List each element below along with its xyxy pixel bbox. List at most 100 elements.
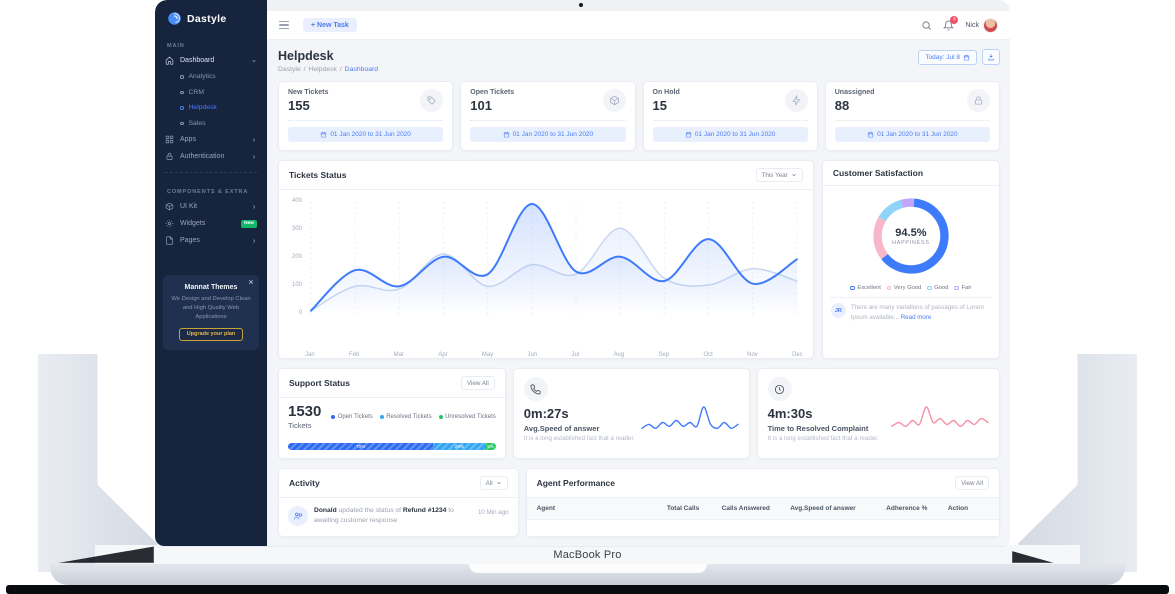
- happiness-value: 94.5%: [895, 226, 927, 239]
- promo-card: Mannat Themes We Design and Develop Clea…: [163, 275, 259, 350]
- download-button[interactable]: [982, 49, 1000, 65]
- user-menu[interactable]: Nick: [965, 17, 998, 33]
- chevron-down-icon: [792, 174, 796, 177]
- date-filter-button[interactable]: Today: Jul 8: [918, 49, 977, 65]
- agent-performance-card: Agent Performance View All Agent Total C…: [525, 468, 1000, 537]
- sidebar-item-label: Sales: [188, 119, 206, 127]
- stat-card-unassigned: Unassigned 88 01 Jan 2020 to 31 Jun 2020: [824, 81, 1000, 151]
- sidebar-item-sales[interactable]: Sales: [155, 116, 267, 132]
- breadcrumb-root[interactable]: Dastyle: [278, 66, 301, 73]
- sidebar-item-label: Pages: [180, 237, 200, 244]
- date-range-label: 01 Jan 2020 to 31 Jun 2020: [877, 131, 958, 138]
- x-tick-label: Dec: [792, 352, 803, 358]
- legend-label: Excellent: [857, 285, 881, 291]
- legend-dot-very-good: [886, 285, 892, 291]
- close-icon[interactable]: [248, 279, 254, 285]
- tickets-total-label: Tickets: [288, 421, 312, 430]
- notifications-button[interactable]: 3: [943, 15, 959, 31]
- sidebar-item-crm[interactable]: CRM: [155, 85, 267, 101]
- resolve-time-card: 4m:30s Time to Resolved Complaint It is …: [756, 368, 1000, 459]
- bullet-icon: [180, 121, 184, 125]
- legend-label: Very Good: [893, 285, 922, 291]
- activity-text: Donald updated the status of Refund #123…: [314, 506, 464, 527]
- stat-date-range[interactable]: 01 Jan 2020 to 31 Jun 2020: [470, 127, 626, 142]
- breadcrumb-section[interactable]: Helpdesk: [309, 66, 337, 73]
- sidebar-item-helpdesk[interactable]: Helpdesk: [155, 100, 267, 116]
- notification-count-badge: 3: [950, 15, 959, 24]
- stat-date-range[interactable]: 01 Jan 2020 to 31 Jun 2020: [834, 127, 990, 142]
- satisfaction-donut-chart: 94.5% HAPPINESS: [867, 192, 955, 280]
- lock-icon: [166, 153, 173, 160]
- metrics-row: Support Status View All 1530 Tickets Ope: [278, 368, 1000, 459]
- sidebar-item-label: UI Kit: [180, 203, 198, 210]
- sidebar-item-widgets[interactable]: Widgets New: [155, 215, 267, 232]
- year-filter-label: This Year: [761, 171, 788, 179]
- activity-filter-dropdown[interactable]: All: [479, 476, 508, 490]
- sidebar-item-uikit[interactable]: UI Kit: [155, 198, 267, 215]
- stat-card-open-tickets: Open Tickets 101 01 Jan 2020 to 31 Jun 2…: [460, 81, 636, 151]
- legend-label: Unresolved Tickets: [445, 414, 496, 420]
- search-icon[interactable]: [921, 20, 932, 31]
- stat-value: 15: [652, 98, 667, 113]
- line-chart: [305, 198, 803, 350]
- charts-row: Tickets Status This Year 400 300 200 100 0: [278, 160, 1000, 359]
- avg-speed-sparkline: [640, 403, 740, 439]
- x-tick-label: Oct: [703, 352, 713, 358]
- tickets-status-card: Tickets Status This Year 400 300 200 100 0: [278, 160, 814, 359]
- stat-date-range[interactable]: 01 Jan 2020 to 31 Jun 2020: [652, 127, 808, 142]
- brand[interactable]: Dastyle: [155, 0, 267, 34]
- y-tick-label: 400: [291, 198, 302, 204]
- avatar: [983, 17, 998, 33]
- page-content: Helpdesk Dastyle / Helpdesk / Dashboard …: [267, 40, 1010, 546]
- stat-cards-row: New Tickets 155 01 Jan 2020 to 31 Jun 20…: [278, 81, 1000, 151]
- promo-title: Mannat Themes: [184, 284, 238, 291]
- x-tick-label: Sep: [658, 352, 670, 358]
- laptop-floor-shadow: [6, 585, 1169, 594]
- view-all-button[interactable]: View All: [460, 376, 495, 390]
- stat-label: On Hold: [652, 89, 680, 96]
- stat-value: 101: [470, 98, 492, 113]
- sidebar-item-apps[interactable]: Apps: [155, 131, 267, 148]
- phone-icon: [523, 377, 548, 401]
- table-row: [526, 520, 999, 536]
- breadcrumb-separator: /: [339, 66, 342, 73]
- new-badge: New: [241, 219, 257, 228]
- cube-icon: [165, 202, 174, 211]
- sidebar-item-analytics[interactable]: Analytics: [155, 69, 267, 85]
- x-tick-label: May: [481, 352, 494, 358]
- support-status-card: Support Status View All 1530 Tickets Ope: [278, 368, 506, 459]
- divider: [830, 297, 991, 298]
- legend-dot-fair: [954, 285, 959, 291]
- x-tick-label: Jan: [305, 352, 315, 358]
- legend-dot-unresolved: [438, 415, 443, 419]
- activity-actor: Donald: [314, 507, 337, 514]
- bullet-icon: [180, 90, 184, 94]
- divider: [834, 120, 990, 121]
- main-area: + New Task 3 Nick Helpdesk Dastyle / Hel…: [267, 0, 1010, 546]
- sidebar-item-pages[interactable]: Pages: [155, 232, 267, 249]
- legend-dot-excellent: [850, 285, 855, 291]
- new-task-button[interactable]: + New Task: [303, 18, 357, 32]
- download-icon: [988, 54, 994, 61]
- date-range-label: 01 Jan 2020 to 31 Jun 2020: [694, 131, 776, 138]
- read-more-link[interactable]: Read more: [901, 314, 932, 321]
- sidebar-item-authentication[interactable]: Authentication: [155, 148, 267, 165]
- progress-segment: 25%: [433, 443, 486, 450]
- clock-icon: [767, 377, 792, 401]
- upgrade-plan-button[interactable]: Upgrade your plan: [178, 327, 244, 341]
- menu-toggle-icon[interactable]: [279, 20, 289, 30]
- y-tick-label: 0: [298, 310, 302, 316]
- progress-segment: 5%: [485, 443, 496, 450]
- calendar-icon: [685, 131, 691, 138]
- activity-item[interactable]: Donald updated the status of Refund #123…: [279, 498, 518, 535]
- card-title: Tickets Status: [289, 170, 347, 180]
- stat-date-range[interactable]: 01 Jan 2020 to 31 Jun 2020: [288, 127, 444, 142]
- agents-table-header: Agent Total Calls Calls Answered Avg.Spe…: [526, 498, 999, 520]
- year-filter-dropdown[interactable]: This Year: [755, 168, 803, 182]
- view-all-button[interactable]: View All: [955, 476, 989, 490]
- calendar-icon: [321, 131, 327, 138]
- card-title: Customer Satisfaction: [832, 168, 924, 178]
- calendar-icon: [503, 131, 509, 138]
- sidebar-item-dashboard[interactable]: Dashboard: [155, 52, 267, 69]
- breadcrumb-current[interactable]: Dashboard: [345, 66, 378, 73]
